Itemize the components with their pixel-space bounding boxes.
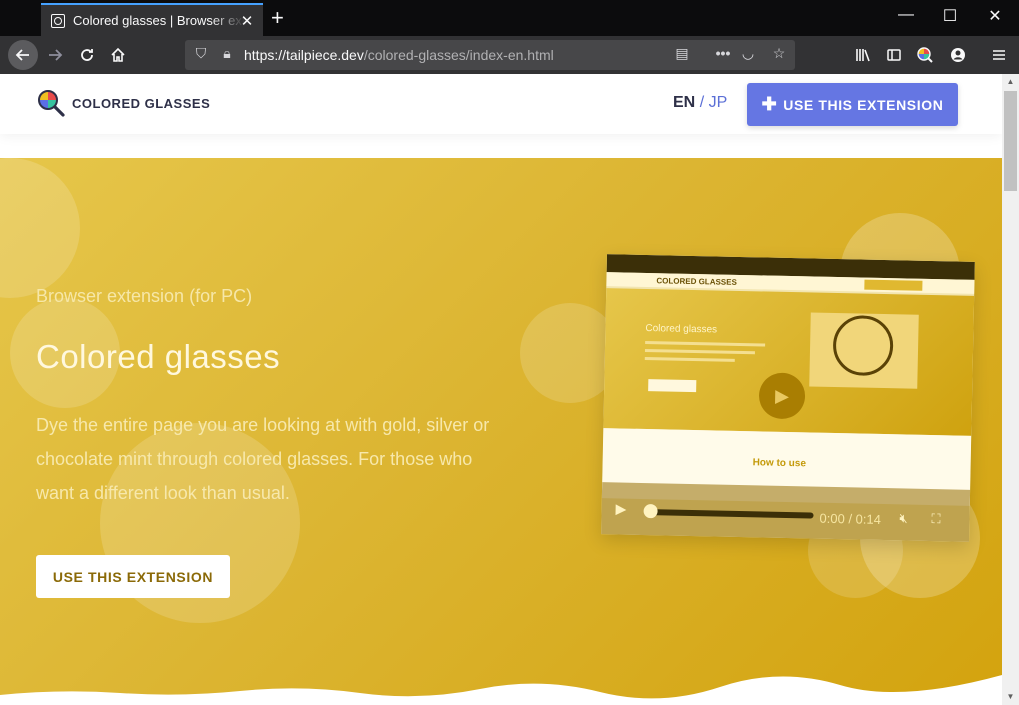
decorative-bubble bbox=[0, 158, 80, 298]
video-section-title: How to use bbox=[752, 457, 807, 470]
page-favicon-icon bbox=[51, 13, 65, 28]
reload-icon bbox=[81, 49, 93, 61]
forward-button[interactable] bbox=[42, 42, 68, 68]
use-extension-header-button[interactable]: ✚ USE THIS EXTENSION bbox=[747, 83, 958, 126]
video-text-line bbox=[645, 340, 766, 347]
video-hero-button bbox=[648, 379, 697, 393]
sidebar-icon bbox=[887, 49, 901, 61]
tab-title: Colored glasses | Browser extension bbox=[73, 13, 245, 28]
video-logo-text: COLORED GLASSES bbox=[656, 276, 737, 287]
url-bar[interactable]: ⛉ 🔒︎ https://tailpiece.dev/colored-glass… bbox=[185, 40, 795, 70]
hero-description: Dye the entire page you are looking at w… bbox=[36, 415, 490, 503]
magnifier-logo-icon bbox=[36, 88, 66, 118]
browser-titlebar: Colored glasses | Browser extension ✕ + … bbox=[0, 0, 1019, 36]
new-tab-button[interactable]: + bbox=[271, 5, 284, 31]
page-scrollbar[interactable]: ▲ ▼ bbox=[1002, 74, 1019, 705]
account-icon bbox=[951, 48, 965, 62]
library-icon bbox=[856, 49, 870, 62]
use-extension-hero-button[interactable]: USE THIS EXTENSION bbox=[36, 555, 230, 598]
scroll-up-icon[interactable]: ▲ bbox=[1002, 74, 1019, 90]
tracking-shield-icon[interactable]: ⛉ bbox=[191, 45, 211, 62]
video-volume-icon[interactable]: 🔇︎ bbox=[899, 510, 908, 526]
reload-button[interactable] bbox=[74, 42, 100, 68]
close-tab-icon[interactable]: ✕ bbox=[239, 12, 255, 30]
language-switcher: EN / JP bbox=[673, 94, 727, 112]
active-tab[interactable]: Colored glasses | Browser extension ✕ bbox=[41, 3, 263, 36]
pocket-icon[interactable]: ◡ bbox=[738, 45, 758, 62]
library-button[interactable] bbox=[850, 42, 876, 68]
web-page: COLORED GLASSES EN / JP ✚ USE THIS EXTEN… bbox=[0, 74, 1002, 705]
lock-icon[interactable]: 🔒︎ bbox=[217, 45, 237, 62]
scrollbar-thumb[interactable] bbox=[1004, 91, 1017, 191]
video-text-line bbox=[644, 356, 735, 362]
url-path: /colored-glasses/index-en.html bbox=[363, 47, 554, 63]
scroll-down-icon[interactable]: ▼ bbox=[1002, 689, 1019, 705]
site-header: COLORED GLASSES EN / JP ✚ USE THIS EXTEN… bbox=[0, 74, 1002, 134]
hero-section: Browser extension (for PC) Colored glass… bbox=[0, 158, 1002, 705]
logo-text: COLORED GLASSES bbox=[72, 95, 211, 111]
reader-view-icon[interactable]: ▤ bbox=[672, 45, 692, 62]
arrow-right-icon bbox=[49, 49, 63, 61]
maximize-window-button[interactable]: ☐ bbox=[940, 6, 960, 26]
hero-subtitle: Browser extension (for PC) bbox=[36, 286, 253, 306]
url-host: https://tailpiece.dev bbox=[244, 47, 364, 63]
site-logo[interactable]: COLORED GLASSES bbox=[36, 88, 210, 118]
arrow-left-icon bbox=[15, 49, 29, 61]
back-button[interactable] bbox=[8, 40, 38, 70]
video-time: 0:00 / 0:14 bbox=[819, 510, 882, 527]
account-button[interactable] bbox=[945, 42, 971, 68]
use-extension-header-label: USE THIS EXTENSION bbox=[783, 96, 944, 113]
bookmark-star-icon[interactable]: ☆ bbox=[769, 45, 789, 62]
home-icon bbox=[111, 47, 125, 62]
video-time-current: 0:00 bbox=[819, 510, 845, 527]
close-window-button[interactable]: ✕ bbox=[985, 6, 1005, 26]
video-hero-title: Colored glasses bbox=[645, 323, 718, 336]
hero-bottom-wave bbox=[0, 675, 1002, 705]
hero-title: Colored glasses bbox=[36, 338, 281, 375]
lang-separator: / bbox=[699, 94, 705, 111]
video-time-total: 0:14 bbox=[855, 511, 882, 527]
lang-jp-link[interactable]: JP bbox=[709, 94, 728, 111]
menu-button[interactable] bbox=[986, 42, 1012, 68]
lang-en-link[interactable]: EN bbox=[673, 94, 695, 111]
sidebar-button[interactable] bbox=[881, 42, 907, 68]
plus-icon: ✚ bbox=[761, 94, 778, 114]
browser-toolbar: ⛉ 🔒︎ https://tailpiece.dev/colored-glass… bbox=[0, 36, 1019, 74]
video-play-icon[interactable]: ▶ bbox=[615, 500, 626, 517]
minimize-window-button[interactable]: — bbox=[896, 6, 916, 24]
hamburger-menu-icon bbox=[993, 50, 1005, 60]
colored-glasses-icon bbox=[917, 47, 933, 63]
video-header-button bbox=[864, 279, 923, 291]
home-button[interactable] bbox=[105, 42, 131, 68]
video-text-line bbox=[644, 348, 755, 355]
colored-glasses-extension-button[interactable] bbox=[912, 42, 938, 68]
video-fullscreen-icon[interactable]: ⛶ bbox=[931, 511, 940, 527]
url-text[interactable]: https://tailpiece.dev/colored-glasses/in… bbox=[244, 47, 554, 63]
page-actions-icon[interactable]: ••• bbox=[713, 45, 733, 61]
demo-video-player[interactable]: COLORED GLASSES Colored glasses How to u… bbox=[601, 254, 975, 542]
